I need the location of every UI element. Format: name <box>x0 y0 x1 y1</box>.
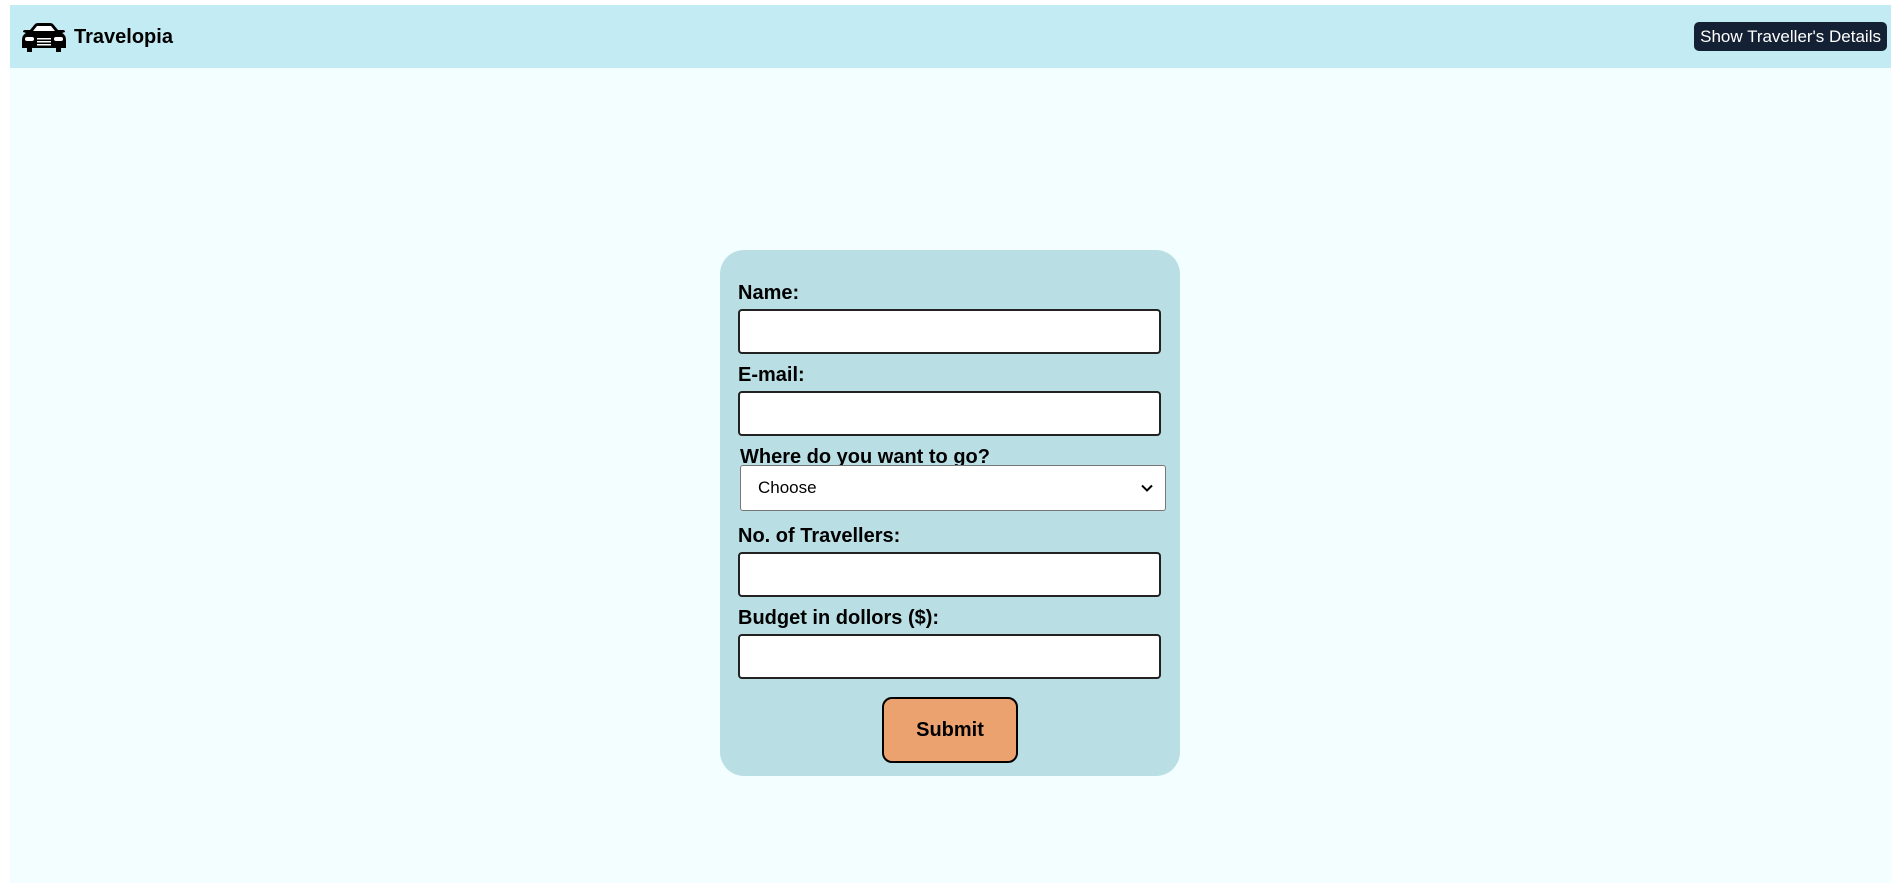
show-travellers-details-button[interactable]: Show Traveller's Details <box>1694 22 1887 51</box>
name-label: Name: <box>738 282 800 304</box>
travellers-label: No. of Travellers: <box>738 525 901 547</box>
travellers-input[interactable] <box>738 552 1161 597</box>
navbar: Travelopia Show Traveller's Details <box>10 5 1891 68</box>
chevron-down-icon <box>1141 484 1153 492</box>
destination-selected-value: Choose <box>758 478 817 497</box>
car-icon <box>22 23 66 52</box>
destination-select[interactable]: Choose <box>740 465 1166 511</box>
budget-label: Budget in dollors ($): <box>738 607 940 629</box>
email-label: E-mail: <box>738 364 805 386</box>
brand-name: Travelopia <box>74 25 173 48</box>
budget-input[interactable] <box>738 634 1161 679</box>
name-input[interactable] <box>738 309 1161 354</box>
brand[interactable]: Travelopia <box>20 19 173 55</box>
email-input[interactable] <box>738 391 1161 436</box>
submit-button[interactable]: Submit <box>882 697 1018 763</box>
page: Travelopia Show Traveller's Details Name… <box>10 5 1891 883</box>
travel-form: Name: E-mail: Where do you want to go? C… <box>720 250 1180 776</box>
